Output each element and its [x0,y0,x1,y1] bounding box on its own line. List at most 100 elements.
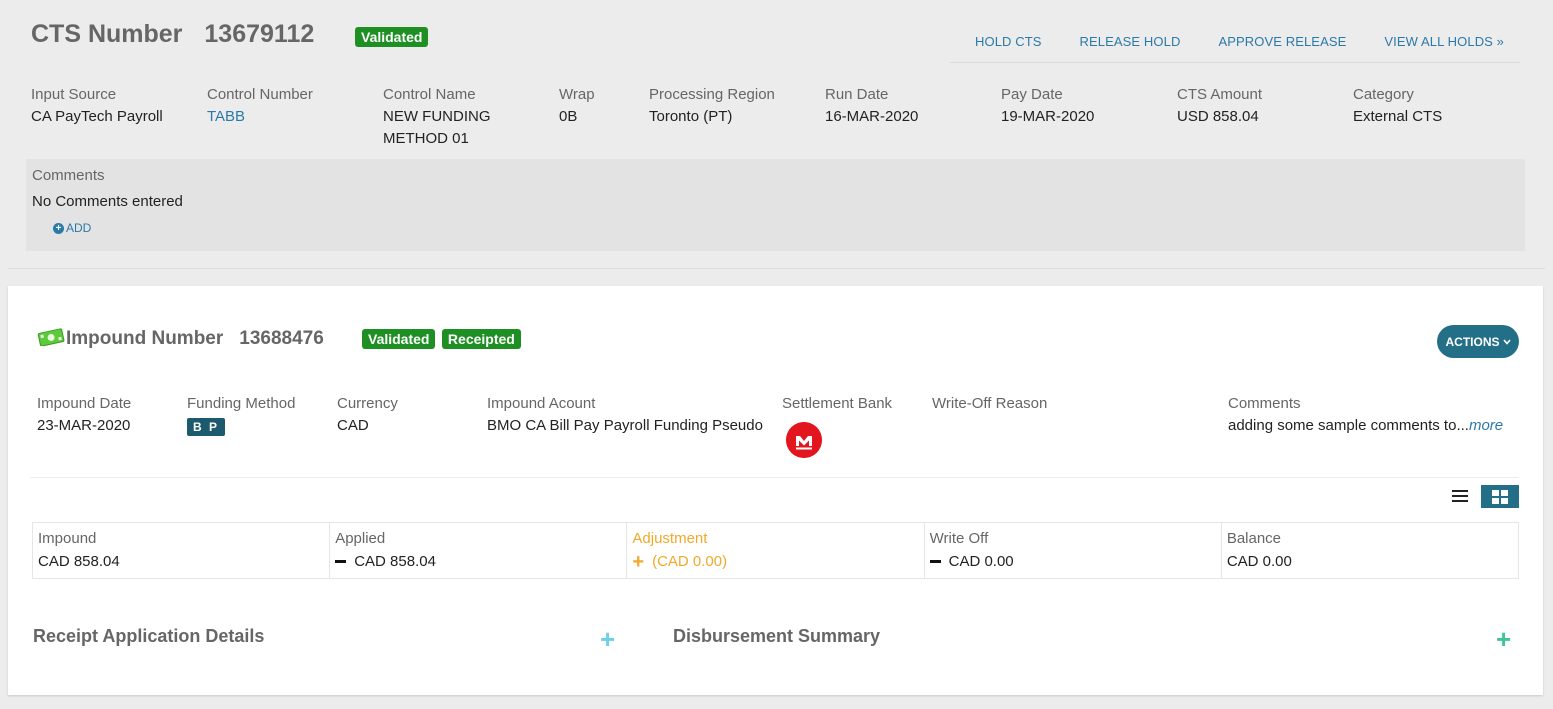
plus-icon: + [632,550,645,573]
field-label: Control Number [207,86,313,103]
field-processing-region: Processing Region Toronto (PT) [649,86,775,128]
field-currency: Currency CAD [337,395,398,437]
summary-label: Write Off [929,530,989,547]
field-value: 23-MAR-2020 [37,417,131,434]
validated-badge: Validated [362,329,436,349]
actions-label: ACTIONS [1445,334,1500,349]
field-write-off-reason: Write-Off Reason [932,395,1047,412]
field-value: USD 858.04 [1177,108,1259,125]
field-value: 19-MAR-2020 [1001,108,1095,125]
field-value: CAD [337,417,369,434]
control-number-link[interactable]: TABB [207,106,313,128]
field-label: Write-Off Reason [932,395,1048,412]
field-label: Pay Date [1001,86,1063,103]
summary-value: (CAD 0.00) [652,553,728,570]
impound-badges: Validated Receipted [362,329,523,349]
field-label: Input Source [31,86,117,103]
view-all-holds-link[interactable]: VIEW ALL HOLDS » [1384,34,1504,49]
cts-title: CTS Number 13679112 [31,20,314,49]
summary-impound: Impound CAD 858.04 [33,523,331,578]
summary-label: Impound [38,530,97,547]
field-label: Control Name [383,86,476,103]
cts-action-links: HOLD CTS RELEASE HOLD APPROVE RELEASE VIEW … [975,34,1542,49]
impound-divider [30,477,1519,478]
field-value: 0B [559,108,578,125]
receipt-application-title: Receipt Application Details [33,626,265,646]
release-hold-link[interactable]: RELEASE HOLD [1080,34,1181,49]
cts-title-label: CTS Number [31,20,183,48]
bmo-bank-icon [786,422,822,458]
field-funding-method: Funding Method B P [187,395,295,436]
field-label: Settlement Bank [782,395,893,412]
field-label: Category [1353,86,1414,103]
summary-label: Applied [335,530,386,547]
summary-value: CAD 858.04 [354,553,436,570]
comments-value: No Comments entered [32,193,183,210]
field-control-name: Control Name NEW FUNDING METHOD 01 [383,86,533,150]
minus-icon [335,560,347,563]
field-impound-account: Impound Acount BMO CA Bill Pay Payroll F… [487,395,763,437]
receipted-badge: Receipted [441,329,521,349]
field-label: Funding Method [187,395,296,412]
add-comment-label: ADD [66,221,92,235]
expand-receipt-button[interactable]: + [600,626,615,652]
field-label: Processing Region [649,86,775,103]
field-label: CTS Amount [1177,86,1263,103]
impound-title: Impound Number 13688476 [66,328,324,350]
field-value: NEW FUNDING METHOD 01 [383,108,491,147]
funding-method-badge: B P [187,418,226,436]
summary-applied: Applied CAD 858.04 [330,523,628,578]
field-control-number: Control Number TABB [207,86,313,128]
field-category: Category External CTS [1353,86,1442,128]
summary-balance: Balance CAD 0.00 [1222,523,1518,578]
summary-adjustment: Adjustment + (CAD 0.00) [627,523,925,578]
expand-disbursement-button[interactable]: + [1496,626,1511,652]
add-circle-icon: + [53,222,64,234]
top-divider [950,62,1520,63]
add-comment-button[interactable]: + ADD [53,221,91,235]
summary-value: CAD 0.00 [1226,553,1292,570]
comments-label: Comments [32,167,105,184]
field-value: CA PayTech Payroll [31,108,163,125]
cts-status-badge: Validated [355,27,429,47]
field-label: Impound Date [37,395,132,412]
minus-icon [929,560,941,563]
field-run-date: Run Date 16-MAR-2020 [825,86,918,128]
field-value: BMO CA Bill Pay Payroll Funding Pseudo [487,417,763,434]
chevron-down-icon [1502,338,1511,345]
field-pay-date: Pay Date 19-MAR-2020 [1001,86,1094,128]
summary-write-off: Write Off CAD 0.00 [925,523,1222,578]
summary-label: Balance [1226,530,1282,547]
disbursement-summary-title: Disbursement Summary [673,626,881,646]
field-label: Wrap [559,86,595,103]
field-label: Impound Acount [487,395,596,412]
cts-comments-panel: Comments No Comments entered + ADD [26,159,1525,251]
grid-view-icon[interactable] [1481,485,1519,508]
more-link[interactable]: more [1469,417,1503,434]
actions-button[interactable]: ACTIONS [1437,325,1519,358]
field-wrap: Wrap 0B [559,86,595,128]
field-value: 16-MAR-2020 [825,108,919,125]
field-label: Run Date [825,86,889,103]
impound-summary: Impound CAD 858.04 Applied CAD 858.04 Ad… [32,522,1519,579]
impound-number: 13688476 [239,328,324,349]
summary-label: Adjustment [632,530,708,547]
impound-title-label: Impound Number [66,328,224,349]
cts-number: 13679112 [204,20,315,48]
field-value: Toronto (PT) [649,108,733,125]
field-label: Currency [337,395,398,412]
approve-release-link[interactable]: APPROVE RELEASE [1218,34,1346,49]
field-cts-amount: CTS Amount USD 858.04 [1177,86,1262,128]
field-label: Comments [1228,395,1301,412]
comments-text: adding some sample comments to... [1228,417,1469,434]
summary-value: CAD 858.04 [38,553,120,570]
field-input-source: Input Source CA PayTech Payroll [31,86,163,128]
field-value: External CTS [1353,108,1443,125]
list-view-icon[interactable] [1447,485,1473,507]
section-divider [8,268,1545,269]
hold-cts-link[interactable]: HOLD CTS [975,34,1042,49]
field-value: adding some sample comments to...more [1228,415,1503,437]
field-settlement-bank: Settlement Bank [782,395,892,412]
summary-value: CAD 0.00 [948,553,1014,570]
field-comments: Comments adding some sample comments to.… [1228,395,1503,437]
